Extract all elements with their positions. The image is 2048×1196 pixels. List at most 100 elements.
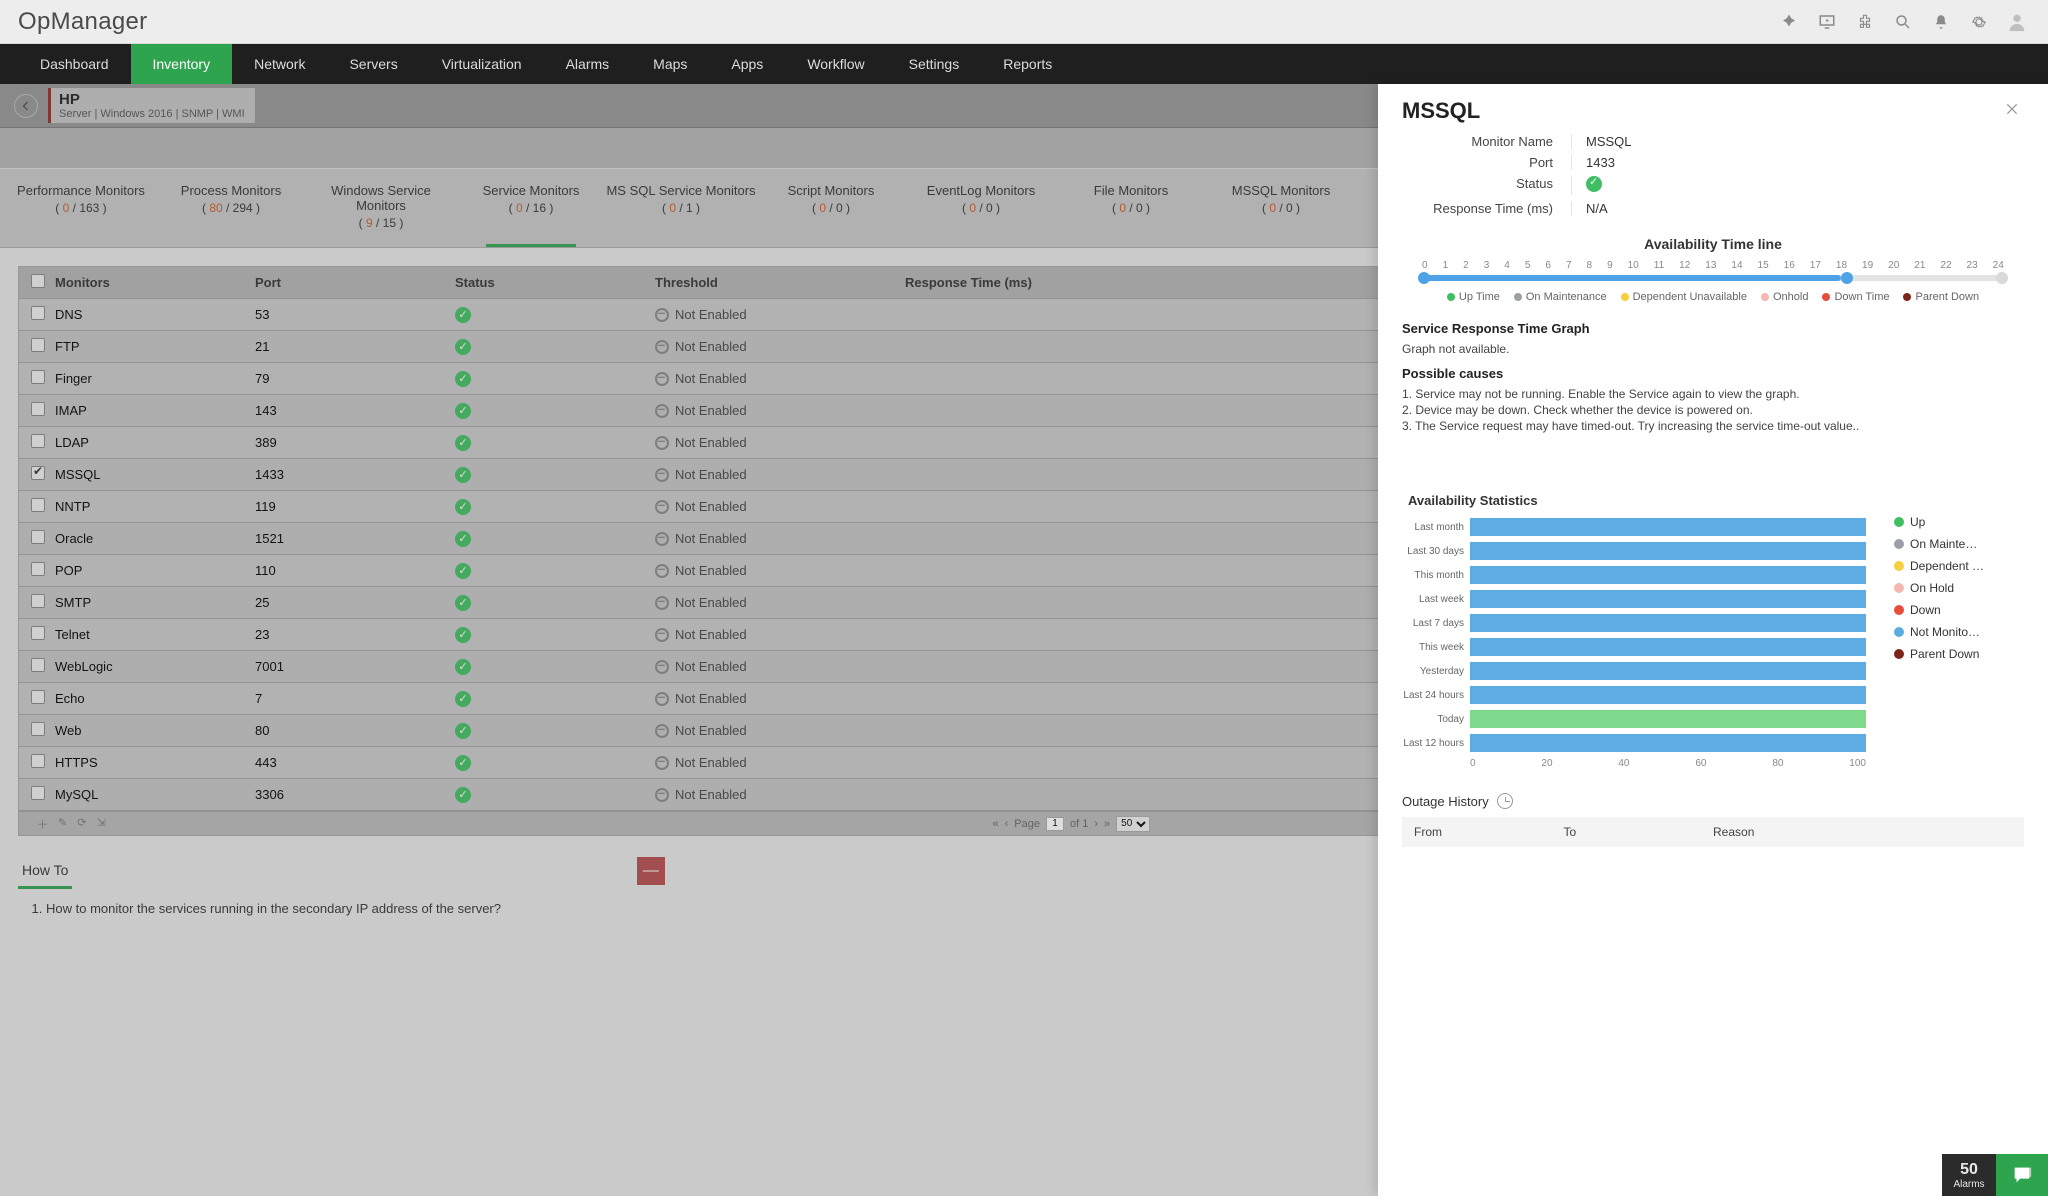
row-checkbox[interactable] xyxy=(31,370,45,384)
export-icon[interactable]: ⇲ xyxy=(96,816,105,832)
gear-icon[interactable] xyxy=(1966,9,1992,35)
row-checkbox[interactable] xyxy=(31,722,45,736)
nav-network[interactable]: Network xyxy=(232,44,327,84)
cell-port: 1433 xyxy=(255,467,455,482)
nav-inventory[interactable]: Inventory xyxy=(131,44,233,84)
kv-key: Monitor Name xyxy=(1412,134,1572,149)
nav-workflow[interactable]: Workflow xyxy=(785,44,886,84)
tile-mssql-monitors[interactable]: MSSQL Monitors( 0 / 0 ) xyxy=(1206,169,1356,247)
threshold-icon xyxy=(655,660,669,674)
back-button[interactable] xyxy=(14,94,38,118)
device-label: HP Server | Windows 2016 | SNMP | WMI xyxy=(48,88,255,123)
row-checkbox[interactable] xyxy=(31,658,45,672)
device-sub: Server | Windows 2016 | SNMP | WMI xyxy=(59,108,245,120)
refresh-icon[interactable]: ⟳ xyxy=(77,816,86,832)
row-checkbox[interactable] xyxy=(31,690,45,704)
cause-item: 3. The Service request may have timed-ou… xyxy=(1402,419,2024,433)
status-ok-icon xyxy=(455,467,471,483)
row-checkbox[interactable] xyxy=(31,594,45,608)
status-ok-icon xyxy=(455,659,471,675)
cell-status xyxy=(455,434,655,451)
availability-timeline[interactable]: 0123456789101112131415161718192021222324 xyxy=(1422,260,2004,281)
nav-alarms[interactable]: Alarms xyxy=(544,44,632,84)
stat-row: This week xyxy=(1402,638,1866,656)
cell-status xyxy=(455,754,655,771)
page-label: Page xyxy=(1014,818,1040,830)
row-checkbox[interactable] xyxy=(31,498,45,512)
cell-status xyxy=(455,498,655,515)
edit-icon[interactable]: ✎ xyxy=(58,816,67,832)
tile-eventlog-monitors[interactable]: EventLog Monitors( 0 / 0 ) xyxy=(906,169,1056,247)
threshold-icon xyxy=(655,596,669,610)
row-checkbox[interactable] xyxy=(31,626,45,640)
tile-file-monitors[interactable]: File Monitors( 0 / 0 ) xyxy=(1056,169,1206,247)
page-size[interactable]: 50 xyxy=(1116,816,1150,832)
col-status[interactable]: Status xyxy=(455,275,655,290)
row-checkbox[interactable] xyxy=(31,338,45,352)
cell-status xyxy=(455,594,655,611)
tile-script-monitors[interactable]: Script Monitors( 0 / 0 ) xyxy=(756,169,906,247)
cell-threshold: Not Enabled xyxy=(655,755,905,770)
cell-monitor: Web xyxy=(55,723,255,738)
howto-title: How To xyxy=(18,854,72,889)
tile-windows-service-monitors[interactable]: Windows Service Monitors( 9 / 15 ) xyxy=(306,169,456,247)
row-checkbox[interactable] xyxy=(31,786,45,800)
status-ok-icon xyxy=(455,627,471,643)
row-checkbox[interactable] xyxy=(31,402,45,416)
tile-process-monitors[interactable]: Process Monitors( 80 / 294 ) xyxy=(156,169,306,247)
cell-monitor: Echo xyxy=(55,691,255,706)
outage-col-reason: Reason xyxy=(1713,825,2012,839)
legend-onmaint: On Maintenance xyxy=(1514,291,1607,303)
status-ok-icon xyxy=(455,595,471,611)
cell-monitor: MSSQL xyxy=(55,467,255,482)
cell-port: 80 xyxy=(255,723,455,738)
row-checkbox[interactable] xyxy=(31,562,45,576)
bell-icon[interactable] xyxy=(1928,9,1954,35)
tile-service-monitors[interactable]: Service Monitors( 0 / 16 ) xyxy=(456,169,606,247)
nav-reports[interactable]: Reports xyxy=(981,44,1074,84)
cell-monitor: Finger xyxy=(55,371,255,386)
col-threshold[interactable]: Threshold xyxy=(655,275,905,290)
causes-title: Possible causes xyxy=(1402,366,2024,381)
search-icon[interactable] xyxy=(1890,9,1916,35)
nav-servers[interactable]: Servers xyxy=(327,44,419,84)
rocket-icon[interactable] xyxy=(1776,9,1802,35)
col-monitors[interactable]: Monitors xyxy=(55,275,255,290)
threshold-icon xyxy=(655,756,669,770)
cell-port: 143 xyxy=(255,403,455,418)
nav-settings[interactable]: Settings xyxy=(887,44,982,84)
nav-dashboard[interactable]: Dashboard xyxy=(18,44,131,84)
howto-close[interactable]: — xyxy=(637,857,665,885)
nav-apps[interactable]: Apps xyxy=(709,44,785,84)
select-all-checkbox[interactable] xyxy=(31,274,45,288)
tile-performance-monitors[interactable]: Performance Monitors( 0 / 163 ) xyxy=(6,169,156,247)
row-checkbox[interactable] xyxy=(31,754,45,768)
avatar-icon[interactable] xyxy=(2004,9,2030,35)
col-response[interactable]: Response Time (ms) xyxy=(905,275,1075,290)
plugin-icon[interactable] xyxy=(1852,9,1878,35)
col-port[interactable]: Port xyxy=(255,275,455,290)
clock-icon[interactable] xyxy=(1497,793,1513,809)
screen-icon[interactable] xyxy=(1814,9,1840,35)
cell-status xyxy=(455,402,655,419)
add-icon[interactable]: ＋ xyxy=(37,816,48,832)
kv-value: 1433 xyxy=(1572,155,1732,170)
close-icon[interactable] xyxy=(2004,101,2024,121)
row-checkbox[interactable] xyxy=(31,466,45,480)
row-checkbox[interactable] xyxy=(31,434,45,448)
tile-ms-sql-service-monitors[interactable]: MS SQL Service Monitors( 0 / 1 ) xyxy=(606,169,756,247)
page-input[interactable] xyxy=(1046,817,1064,831)
nav-maps[interactable]: Maps xyxy=(631,44,709,84)
cell-status xyxy=(455,786,655,803)
cell-threshold: Not Enabled xyxy=(655,691,905,706)
legend-downtime: Down Time xyxy=(1822,291,1889,303)
row-checkbox[interactable] xyxy=(31,306,45,320)
cause-item: 2. Device may be down. Check whether the… xyxy=(1402,403,2024,417)
cell-status xyxy=(455,466,655,483)
alarm-badge[interactable]: 50Alarms xyxy=(1942,1154,2048,1196)
chat-icon[interactable] xyxy=(1996,1154,2048,1196)
legend-item: On Mainte… xyxy=(1894,537,2024,551)
row-checkbox[interactable] xyxy=(31,530,45,544)
nav-virtualization[interactable]: Virtualization xyxy=(420,44,544,84)
cell-threshold: Not Enabled xyxy=(655,339,905,354)
